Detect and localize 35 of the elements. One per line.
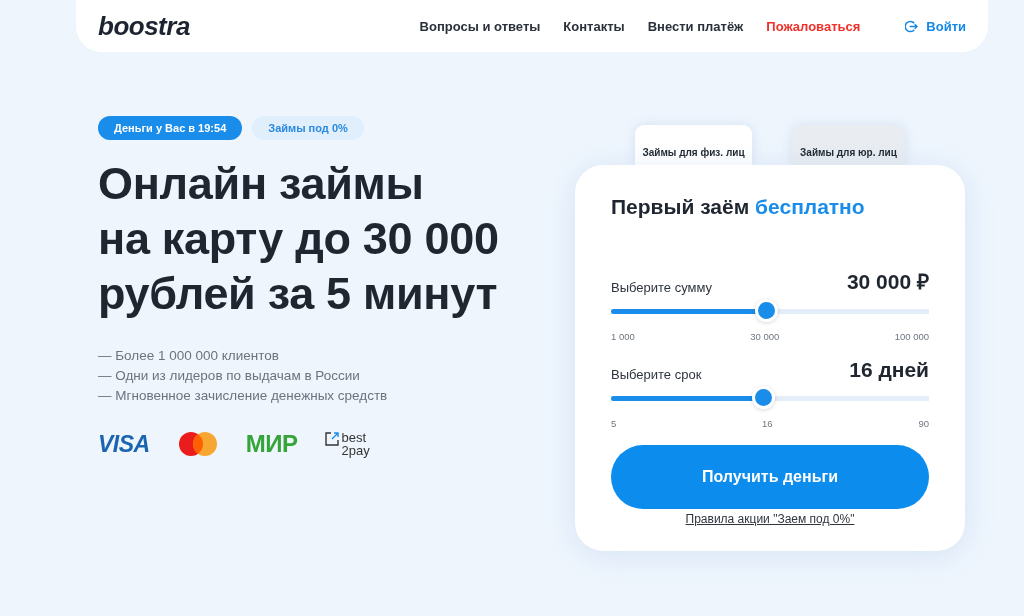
card-tab[interactable]: Займы для юр. лиц — [792, 125, 905, 165]
slider-tick-label: 90 — [918, 418, 929, 429]
slider-value: 30 000 ₽ — [846, 269, 929, 295]
feature-text: — Одни из лидеров по выдачам в России — [98, 367, 361, 384]
nav-link[interactable]: Вопросы и ответы — [419, 18, 541, 34]
visa-logo: VISA — [98, 430, 150, 458]
nav-link[interactable]: Контакты — [563, 18, 625, 34]
slider-thumb[interactable] — [754, 299, 778, 322]
mastercard-logo — [177, 431, 218, 457]
feature-text: — Мгновенное зачисление денежных средств — [98, 387, 389, 404]
card-tab[interactable]: Займы для физ. лиц — [635, 125, 752, 165]
slider-tick-label: 16 — [762, 418, 773, 429]
slider-label: Выберите сумму — [611, 280, 713, 295]
slider-value: 16 дней — [849, 358, 929, 382]
slider-tick-label: 30 000 — [750, 331, 780, 342]
rules-link[interactable]: Правила акции "Заем под 0%" — [685, 512, 855, 526]
get-money-button[interactable]: Получить деньги — [611, 445, 929, 509]
slider-label: Выберите срок — [611, 367, 702, 382]
login-button[interactable]: Войти — [905, 18, 966, 34]
nav-link[interactable]: Внести платёж — [647, 18, 744, 34]
slider-tick-label: 100 000 — [894, 331, 929, 342]
badge: Деньги у Вас в 19:54 — [98, 116, 243, 140]
hero-heading: Онлайн займы на карту до 30 000 рублей за 5 минут — [98, 157, 499, 321]
slider-tick-label: 5 — [611, 418, 617, 429]
card-title: Первый заём бесплатно — [611, 195, 866, 219]
slider-thumb[interactable] — [751, 386, 775, 409]
mir-logo: МИР — [245, 430, 298, 458]
nav-link[interactable]: Пожаловаться — [766, 18, 861, 34]
slider-tick-label: 1 000 — [611, 331, 635, 342]
login-icon — [905, 19, 919, 33]
best2pay-logo-text: best 2pay — [341, 430, 370, 457]
logo[interactable]: boostra — [98, 10, 190, 42]
feature-text: — Более 1 000 000 клиентов — [98, 347, 280, 364]
badge: Займы под 0% — [252, 116, 364, 140]
square-arrow-icon — [325, 431, 340, 446]
